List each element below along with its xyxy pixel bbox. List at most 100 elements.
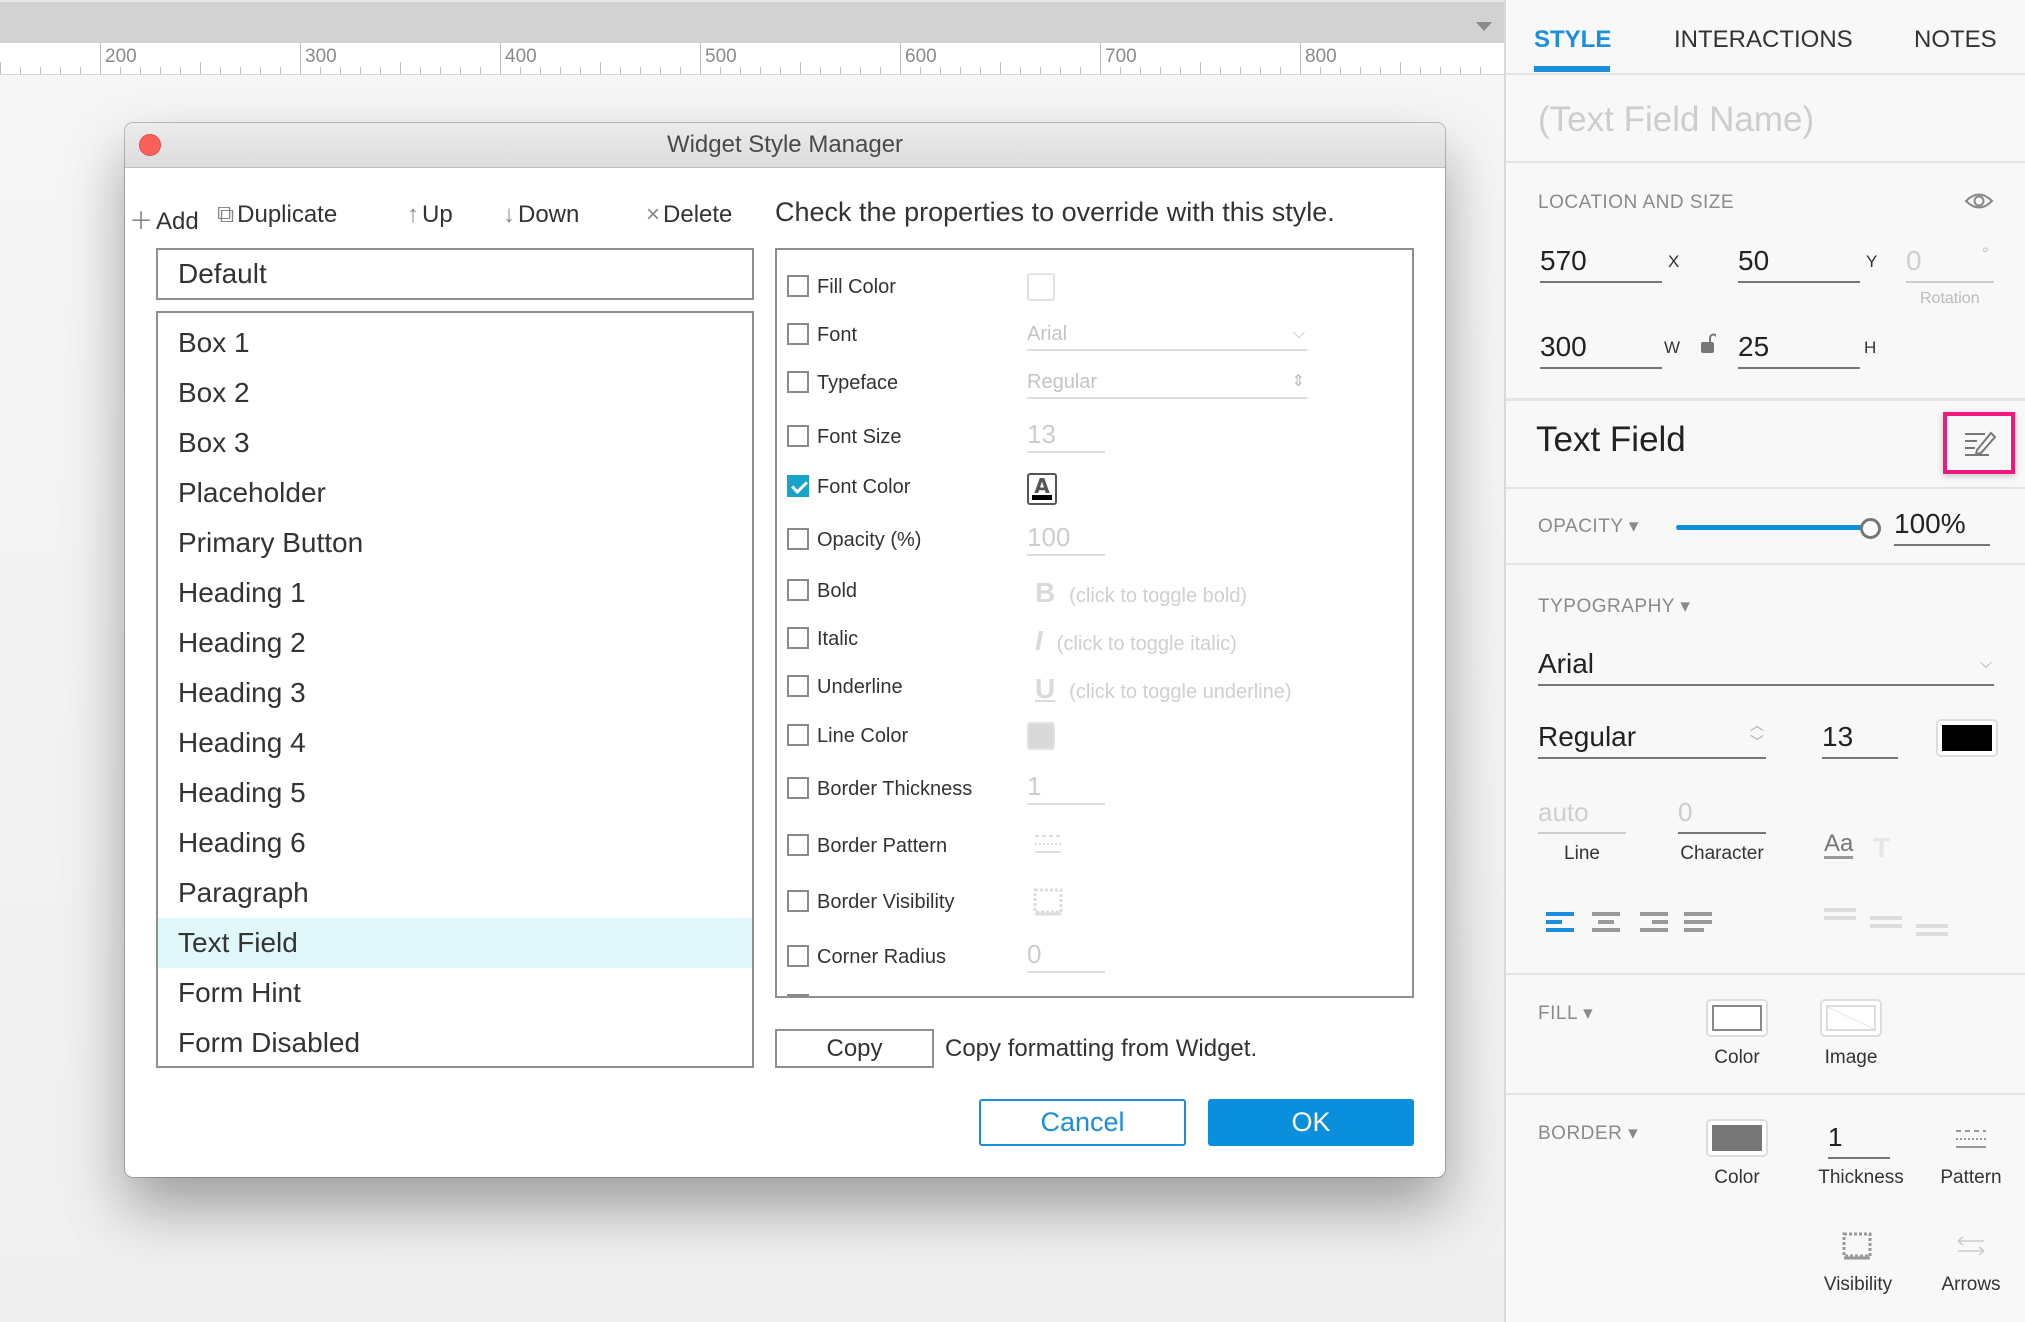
property-checkbox[interactable] <box>787 945 809 967</box>
style-list-item[interactable]: Box 1 <box>158 318 752 368</box>
text-shadow-icon[interactable]: T <box>1873 832 1890 864</box>
color-swatch[interactable] <box>1027 722 1055 750</box>
up-button[interactable]: ↑ Up <box>407 201 453 229</box>
width-input[interactable]: 300 <box>1540 329 1662 369</box>
align-center-icon[interactable] <box>1592 912 1620 932</box>
property-checkbox[interactable] <box>787 994 809 996</box>
underline-toggle[interactable]: U (click to toggle underline) <box>1035 673 1292 705</box>
align-left-icon[interactable] <box>1546 912 1574 932</box>
widget-name-input[interactable]: (Text Field Name) <box>1538 100 1814 140</box>
property-checkbox[interactable] <box>787 627 809 649</box>
delete-button[interactable]: × Delete <box>646 201 732 229</box>
character-spacing-input[interactable]: 0 <box>1678 794 1766 834</box>
property-checkbox[interactable] <box>787 579 809 601</box>
bold-toggle[interactable]: B (click to toggle bold) <box>1035 577 1247 609</box>
style-list[interactable]: Box 1 Box 2 Box 3 Placeholder Primary Button… <box>156 311 754 1068</box>
property-checkbox[interactable] <box>787 275 809 297</box>
border-heading[interactable]: BORDER ▾ <box>1538 1122 1638 1145</box>
style-list-item[interactable]: Primary Button <box>158 518 752 568</box>
typography-heading[interactable]: TYPOGRAPHY ▾ <box>1538 595 1690 618</box>
style-list-item[interactable]: Paragraph <box>158 868 752 918</box>
value-input[interactable]: 13 <box>1027 419 1105 453</box>
duplicate-button[interactable]: ⧉ Duplicate <box>217 201 337 229</box>
color-swatch[interactable] <box>1027 273 1055 301</box>
italic-toggle[interactable]: I (click to toggle italic) <box>1035 625 1237 657</box>
tab-dropdown-icon[interactable] <box>1476 22 1492 31</box>
property-checkbox[interactable] <box>787 475 809 497</box>
property-checkbox[interactable] <box>787 371 809 393</box>
value-input[interactable]: 0 <box>1027 939 1105 973</box>
align-right-icon[interactable] <box>1640 912 1668 932</box>
property-checkbox[interactable] <box>787 323 809 345</box>
edit-style-button[interactable] <box>1943 412 2015 474</box>
add-button[interactable]: ＋ Add <box>129 201 199 236</box>
italic-icon: I <box>1035 625 1043 656</box>
border-pattern-icon[interactable] <box>1956 1128 1986 1150</box>
border-color-swatch[interactable] <box>1706 1119 1768 1157</box>
fill-heading[interactable]: FILL ▾ <box>1538 1002 1593 1025</box>
border-thickness-input[interactable]: 1 <box>1828 1119 1890 1159</box>
opacity-input[interactable]: 100% <box>1894 506 1990 546</box>
line-spacing-input[interactable]: auto <box>1538 794 1626 834</box>
eye-icon[interactable] <box>1964 190 1994 212</box>
fill-color-swatch[interactable] <box>1706 999 1768 1037</box>
unlock-icon[interactable] <box>1700 332 1718 354</box>
down-button[interactable]: ↓ Down <box>503 201 579 229</box>
valign-bottom-icon[interactable] <box>1916 924 1948 944</box>
property-checkbox[interactable] <box>787 675 809 697</box>
align-justify-icon[interactable] <box>1684 912 1712 932</box>
close-button[interactable] <box>139 134 161 156</box>
copy-button[interactable]: Copy <box>775 1029 934 1068</box>
font-select[interactable]: Arial ⌵ <box>1538 646 1994 686</box>
style-list-item[interactable]: Heading 2 <box>158 618 752 668</box>
font-color-picker[interactable]: A <box>1027 473 1057 505</box>
property-checkbox[interactable] <box>787 528 809 550</box>
style-list-item[interactable]: Heading 4 <box>158 718 752 768</box>
font-size-input[interactable]: 13 <box>1822 719 1898 759</box>
ok-button[interactable]: OK <box>1208 1099 1414 1146</box>
style-list-item[interactable]: Heading 6 <box>158 818 752 868</box>
border-visibility-icon[interactable] <box>1842 1232 1872 1260</box>
style-list-item[interactable]: Heading 1 <box>158 568 752 618</box>
style-list-item[interactable]: Form Hint <box>158 968 752 1018</box>
property-checkbox[interactable] <box>787 890 809 912</box>
fill-image-button[interactable] <box>1820 999 1882 1037</box>
valign-top-icon[interactable] <box>1824 908 1856 928</box>
ruler-minor-tick <box>1260 67 1261 74</box>
font-color-swatch[interactable] <box>1936 719 1998 757</box>
font-select[interactable]: Arial ⌵ <box>1027 321 1307 351</box>
default-style-item[interactable]: Default <box>156 248 754 300</box>
property-checkbox[interactable] <box>787 777 809 799</box>
valign-middle-icon[interactable] <box>1870 916 1902 936</box>
border-visibility-icon[interactable] <box>1033 888 1063 920</box>
style-list-item[interactable]: Text Field <box>158 918 752 968</box>
tab-notes[interactable]: NOTES <box>1914 26 1997 54</box>
tab-style[interactable]: STYLE <box>1534 26 1611 54</box>
opacity-slider-track[interactable] <box>1676 525 1866 530</box>
height-input[interactable]: 25 <box>1738 329 1860 369</box>
typeface-select[interactable]: Regular ⇕ <box>1027 369 1307 399</box>
property-list[interactable]: Fill Color Font Arial ⌵ Typeface Regular ⇕ Font… <box>775 248 1414 998</box>
tab-interactions[interactable]: INTERACTIONS <box>1674 26 1853 54</box>
rotation-input[interactable]: 0 <box>1906 243 1994 283</box>
value-input[interactable]: 100 <box>1027 522 1105 556</box>
cancel-button[interactable]: Cancel <box>979 1099 1186 1146</box>
value-input[interactable]: 1 <box>1027 771 1105 805</box>
style-list-item[interactable]: Heading 5 <box>158 768 752 818</box>
property-checkbox[interactable] <box>787 834 809 856</box>
arrows-icon[interactable] <box>1956 1234 1986 1258</box>
text-case-icon[interactable]: Aa <box>1824 832 1854 859</box>
x-input[interactable]: 570 <box>1540 243 1662 283</box>
property-checkbox[interactable] <box>787 425 809 447</box>
property-checkbox[interactable] <box>787 724 809 746</box>
style-list-item[interactable]: Box 2 <box>158 368 752 418</box>
border-pattern-icon[interactable] <box>1033 832 1063 860</box>
typeface-select[interactable]: Regular ︿ ﹀ <box>1538 717 1766 759</box>
style-list-item[interactable]: Box 3 <box>158 418 752 468</box>
opacity-slider-handle[interactable] <box>1860 518 1881 539</box>
opacity-heading[interactable]: OPACITY ▾ <box>1538 515 1639 538</box>
style-list-item[interactable]: Heading 3 <box>158 668 752 718</box>
style-list-item[interactable]: Form Disabled <box>158 1018 752 1068</box>
style-list-item[interactable]: Placeholder <box>158 468 752 518</box>
y-input[interactable]: 50 <box>1738 243 1860 283</box>
